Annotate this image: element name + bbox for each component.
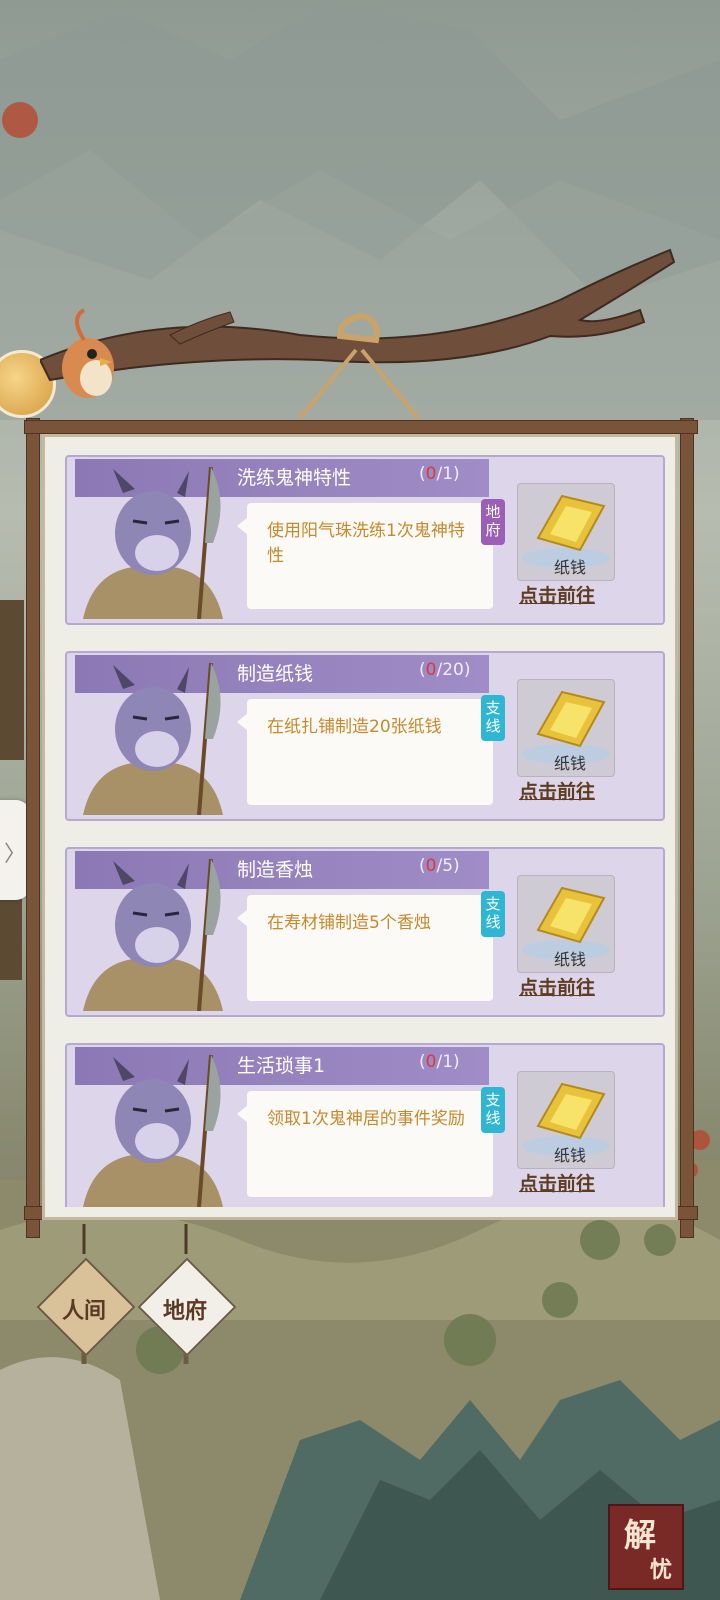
task-card[interactable]: 制造纸钱 (0/20) 在纸扎铺制造20张纸钱 支线 纸钱 点击前往 bbox=[65, 651, 665, 821]
tab-human-world-label: 人间 bbox=[62, 1299, 107, 1324]
reward-slot[interactable]: 纸钱 bbox=[517, 483, 615, 581]
task-card[interactable]: 洗练鬼神特性 (0/1) 使用阳气珠洗练1次鬼神特性 地府 纸钱 点击前往 bbox=[65, 455, 665, 625]
task-title: 洗练鬼神特性 bbox=[237, 467, 352, 489]
task-card[interactable]: 制造香烛 (0/5) 在寿材铺制造5个香烛 支线 纸钱 点击前往 bbox=[65, 847, 665, 1017]
go-button[interactable]: 点击前往 bbox=[519, 581, 595, 608]
task-category-tag: 支线 bbox=[481, 891, 505, 937]
seal-text-1: 解 bbox=[624, 1516, 657, 1554]
reward-slot[interactable]: 纸钱 bbox=[517, 875, 615, 973]
task-description: 在寿材铺制造5个香烛 bbox=[267, 913, 431, 933]
task-title: 制造香烛 bbox=[237, 859, 314, 881]
task-progress: (0/1) bbox=[419, 464, 460, 484]
bird-icon bbox=[62, 308, 114, 398]
task-panel: 洗练鬼神特性 (0/1) 使用阳气珠洗练1次鬼神特性 地府 纸钱 点击前往 制造… bbox=[42, 434, 678, 1220]
go-button[interactable]: 点击前往 bbox=[519, 1169, 595, 1196]
task-progress: (0/20) bbox=[419, 660, 471, 680]
task-title: 制造纸钱 bbox=[237, 663, 314, 685]
horse-face-guard-icon bbox=[83, 1054, 223, 1207]
reward-label: 纸钱 bbox=[554, 950, 587, 969]
task-list[interactable]: 洗练鬼神特性 (0/1) 使用阳气珠洗练1次鬼神特性 地府 纸钱 点击前往 制造… bbox=[65, 455, 665, 1207]
horse-face-guard-icon bbox=[83, 662, 223, 815]
horse-face-guard-icon bbox=[83, 466, 223, 619]
task-title: 生活琐事1 bbox=[237, 1055, 326, 1077]
task-progress: (0/5) bbox=[419, 856, 460, 876]
task-progress: (0/1) bbox=[419, 1052, 460, 1072]
task-board: 洗练鬼神特性 (0/1) 使用阳气珠洗练1次鬼神特性 地府 纸钱 点击前往 制造… bbox=[24, 418, 698, 1238]
reward-slot[interactable]: 纸钱 bbox=[517, 679, 615, 777]
task-description: 使用阳气珠洗练1次鬼神特性 bbox=[267, 521, 465, 566]
task-description: 领取1次鬼神居的事件奖励 bbox=[267, 1109, 465, 1129]
tab-underworld-label: 地府 bbox=[163, 1299, 208, 1324]
tree-branch bbox=[40, 248, 676, 420]
seal-button[interactable]: 解 忧 bbox=[608, 1504, 684, 1590]
chevron-right-icon: 〉 bbox=[4, 842, 27, 867]
reward-label: 纸钱 bbox=[554, 1146, 587, 1165]
reward-label: 纸钱 bbox=[554, 754, 587, 773]
task-card[interactable]: 生活琐事1 (0/1) 领取1次鬼神居的事件奖励 支线 纸钱 点击前往 bbox=[65, 1043, 665, 1207]
seal-text-2: 忧 bbox=[650, 1558, 673, 1583]
horse-face-guard-icon bbox=[83, 858, 223, 1011]
frame-beam-top bbox=[24, 420, 698, 434]
task-category-tag: 支线 bbox=[481, 695, 505, 741]
frame-post-right bbox=[680, 418, 694, 1238]
reward-slot[interactable]: 纸钱 bbox=[517, 1071, 615, 1169]
reward-label: 纸钱 bbox=[554, 558, 587, 577]
frame-post-left bbox=[26, 418, 40, 1238]
task-description: 在纸扎铺制造20张纸钱 bbox=[267, 717, 442, 737]
task-category-tag: 地府 bbox=[481, 499, 505, 545]
go-button[interactable]: 点击前往 bbox=[519, 777, 595, 804]
task-category-tag: 支线 bbox=[481, 1087, 505, 1133]
go-button[interactable]: 点击前往 bbox=[519, 973, 595, 1000]
